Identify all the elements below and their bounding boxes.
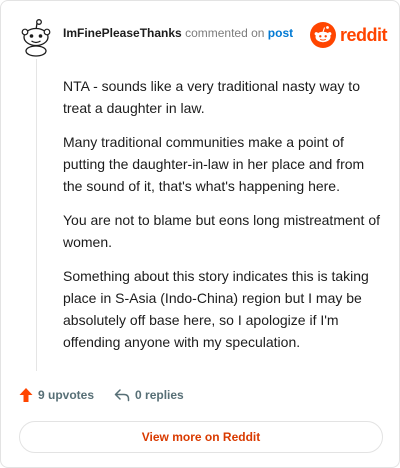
commented-on-text: commented on	[185, 26, 265, 40]
upvote-count: 9 upvotes	[38, 388, 95, 402]
reddit-logo[interactable]: reddit	[310, 22, 388, 48]
username-link[interactable]: ImFinePleaseThanks	[63, 26, 182, 40]
user-avatar[interactable]	[19, 17, 53, 57]
thread-line	[36, 59, 37, 371]
post-link[interactable]: post	[268, 26, 293, 40]
reply-arrow-icon	[114, 389, 130, 402]
comment-paragraph: You are not to blame but eons long mistr…	[63, 212, 381, 250]
comment-paragraph: NTA - sounds like a very traditional nas…	[63, 78, 360, 116]
upvote-arrow-icon	[19, 388, 33, 402]
comment-card: ImFinePleaseThanks commented on post red…	[0, 0, 400, 468]
comment-paragraph: Many traditional communities make a poin…	[63, 134, 365, 194]
reddit-snoo-icon	[310, 22, 336, 48]
reddit-wordmark: reddit	[340, 24, 388, 45]
comment-actions: 9 upvotes 0 replies	[19, 387, 184, 403]
snoo-avatar-icon	[21, 19, 51, 57]
view-more-button[interactable]: View more on Reddit	[19, 421, 383, 453]
upvote-button[interactable]: 9 upvotes	[19, 387, 94, 403]
comment-paragraph: Something about this story indicates thi…	[63, 268, 369, 350]
replies-button[interactable]: 0 replies	[114, 388, 184, 402]
reply-count: 0 replies	[135, 388, 184, 402]
comment-header: ImFinePleaseThanks commented on post	[63, 26, 293, 40]
comment-body: NTA - sounds like a very traditional nas…	[63, 75, 381, 365]
